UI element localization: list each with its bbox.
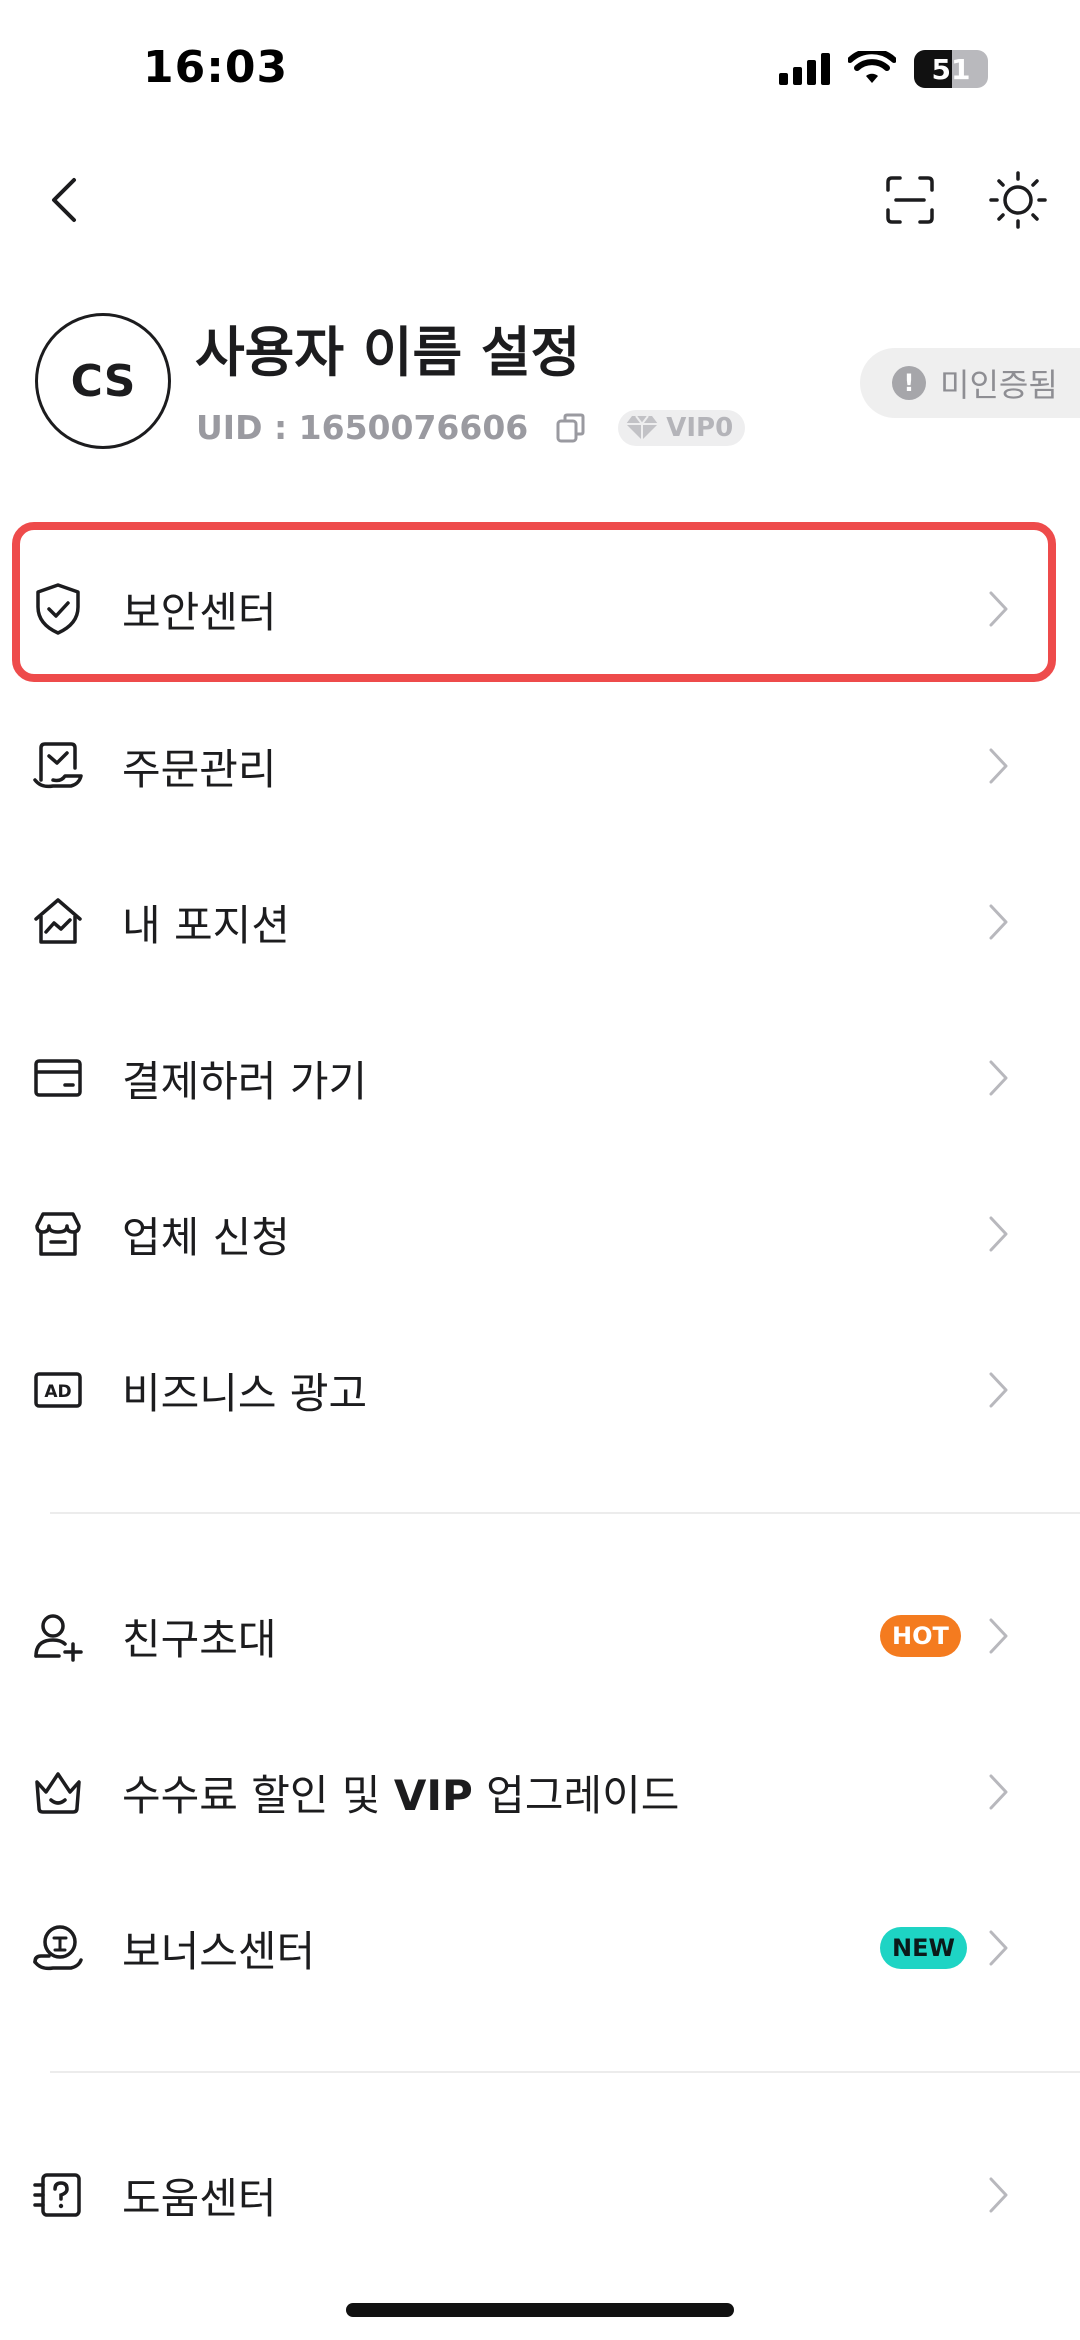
- menu-label: 수수료 할인 및 VIP 업그레이드: [122, 1762, 679, 1823]
- chevron-right-icon: [984, 902, 1014, 942]
- menu-item-bonus-center[interactable]: 보너스센터 NEW: [0, 1870, 1080, 2026]
- chevron-right-icon: [984, 1058, 1014, 1098]
- profile-header: CS 사용자 이름 설정 UID : 1650076606 VIP0 ! 미인증…: [0, 300, 1080, 470]
- menu-item-invite-friends[interactable]: 친구초대 HOT: [0, 1558, 1080, 1714]
- new-badge: NEW: [880, 1927, 967, 1969]
- theme-toggle-button[interactable]: [968, 150, 1068, 250]
- house-chart-icon: [30, 894, 86, 950]
- avatar[interactable]: CS: [35, 313, 171, 449]
- divider: [50, 2071, 1080, 2073]
- copy-icon: [556, 413, 585, 442]
- help-icon: [30, 2167, 86, 2223]
- menu-label: 업체 신청: [122, 1212, 290, 1262]
- verification-status-badge[interactable]: ! 미인증됨: [860, 348, 1080, 418]
- menu-label: 결제하러 가기: [122, 1056, 368, 1106]
- status-bar: 16:03 51: [0, 0, 1080, 140]
- order-icon: [30, 738, 86, 794]
- cellular-signal-icon: [779, 53, 830, 85]
- menu-label: 친구초대: [122, 1614, 277, 1664]
- store-icon: [30, 1206, 86, 1262]
- top-nav: [0, 150, 1080, 250]
- alert-icon: !: [892, 366, 926, 400]
- add-user-icon: [30, 1608, 86, 1664]
- chevron-left-icon: [52, 178, 76, 222]
- ad-icon: AD: [30, 1362, 86, 1418]
- menu-item-merchant-application[interactable]: 업체 신청: [0, 1156, 1080, 1312]
- menu-item-payment[interactable]: 결제하러 가기: [0, 1000, 1080, 1156]
- chevron-right-icon: [984, 1214, 1014, 1254]
- shield-check-icon: [30, 581, 86, 637]
- battery-level: 51: [931, 52, 971, 86]
- menu-label: 주문관리: [122, 744, 277, 794]
- menu-label-prefix: 수수료 할인 및: [122, 1770, 394, 1820]
- hot-badge: HOT: [880, 1615, 961, 1657]
- scan-button[interactable]: [860, 150, 960, 250]
- chevron-right-icon: [984, 1772, 1014, 1812]
- menu-label: 보너스센터: [122, 1926, 316, 1976]
- scan-icon: [886, 176, 934, 224]
- menu-item-fee-discount-vip[interactable]: 수수료 할인 및 VIP 업그레이드: [0, 1714, 1080, 1870]
- crown-icon: [30, 1764, 86, 1820]
- verification-status: 미인증됨: [940, 366, 1058, 404]
- chevron-right-icon: [984, 2175, 1014, 2215]
- chevron-right-icon: [984, 1370, 1014, 1410]
- menu-item-security-center[interactable]: 보안센터: [0, 531, 1080, 687]
- menu-item-my-positions[interactable]: 내 포지션: [0, 844, 1080, 1000]
- chevron-right-icon: [984, 1928, 1014, 1968]
- chevron-right-icon: [984, 589, 1014, 629]
- menu-label-suffix: 업그레이드: [472, 1770, 680, 1820]
- menu-label: 도움센터: [122, 2173, 277, 2223]
- status-icons: 51: [779, 50, 988, 88]
- username-setting[interactable]: 사용자 이름 설정: [195, 308, 580, 387]
- chevron-right-icon: [984, 1616, 1014, 1656]
- menu-item-order-management[interactable]: 주문관리: [0, 688, 1080, 844]
- copy-uid-button[interactable]: [554, 411, 588, 445]
- vip-badge[interactable]: VIP0: [618, 409, 746, 446]
- menu-label: 보안센터: [122, 587, 277, 637]
- diamond-icon: [626, 414, 659, 440]
- status-time: 16:03: [143, 42, 289, 93]
- menu-item-help-center[interactable]: 도움센터: [0, 2117, 1080, 2273]
- back-button[interactable]: [14, 150, 114, 250]
- svg-text:AD: AD: [44, 1382, 71, 1402]
- divider: [50, 1512, 1080, 1514]
- menu-label: 내 포지션: [122, 900, 290, 950]
- menu-label: 비즈니스 광고: [122, 1368, 368, 1418]
- uid-row: UID : 1650076606 VIP0: [196, 408, 746, 447]
- menu-item-business-ads[interactable]: AD 비즈니스 광고: [0, 1312, 1080, 1468]
- battery-icon: 51: [914, 50, 988, 88]
- vip-level: VIP0: [666, 412, 734, 443]
- sun-icon: [989, 171, 1047, 229]
- uid-text: UID : 1650076606: [196, 408, 529, 447]
- wifi-icon: [848, 51, 896, 83]
- menu-label-vip: VIP: [393, 1770, 473, 1820]
- wallet-icon: [30, 1050, 86, 1106]
- chevron-right-icon: [984, 746, 1014, 786]
- bonus-icon: [30, 1920, 86, 1976]
- home-indicator[interactable]: [346, 2303, 734, 2317]
